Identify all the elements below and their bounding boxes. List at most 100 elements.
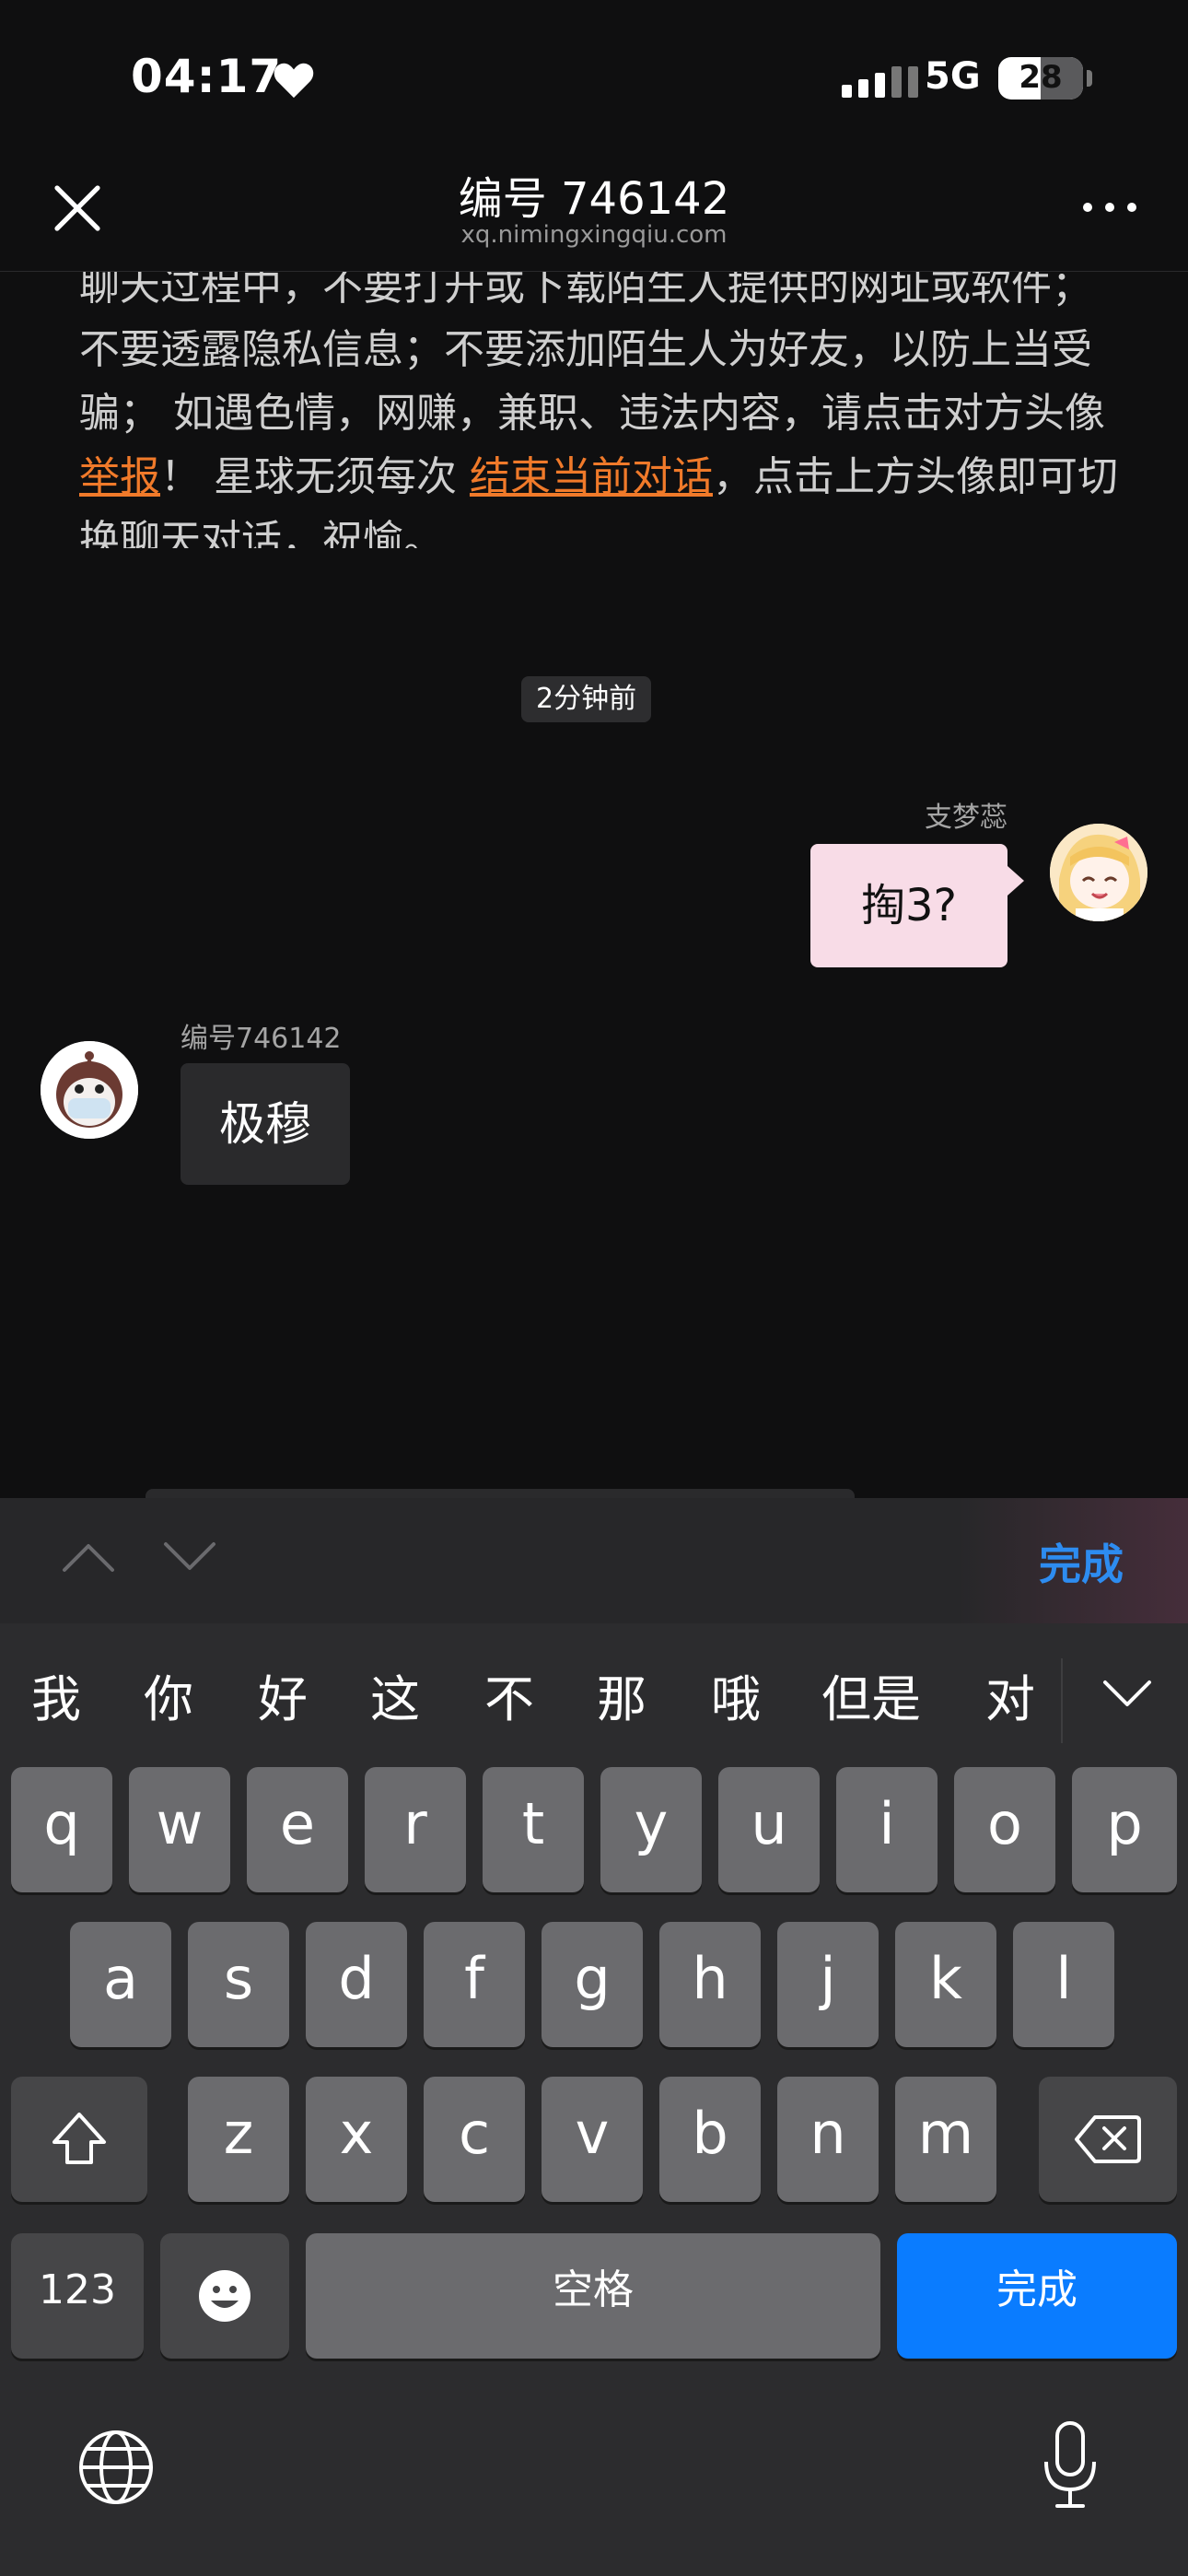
key-s[interactable]: s — [188, 1922, 289, 2047]
candidate-word[interactable]: 对 — [985, 1658, 1035, 1731]
avatar-self[interactable] — [1050, 824, 1147, 921]
backspace-key[interactable] — [1039, 2077, 1177, 2202]
shift-icon — [52, 2113, 106, 2164]
key-e[interactable]: e — [247, 1767, 348, 1892]
signal-icon — [842, 64, 918, 98]
backspace-icon — [1075, 2115, 1141, 2163]
candidate-word[interactable]: 那 — [597, 1658, 646, 1731]
avatar-other[interactable] — [41, 1041, 138, 1139]
key-label: a — [103, 1945, 138, 2012]
key-o[interactable]: o — [954, 1767, 1055, 1892]
key-label: y — [634, 1790, 669, 1857]
report-link[interactable]: 举报 — [79, 453, 160, 500]
candidate-word[interactable]: 哦 — [711, 1658, 761, 1731]
key-label: i — [879, 1790, 895, 1857]
key-label: c — [458, 2100, 491, 2167]
network-type: 5G — [925, 55, 981, 98]
candidate-word[interactable]: 但是 — [821, 1658, 921, 1731]
key-v[interactable]: v — [542, 2077, 643, 2202]
chevron-up-icon[interactable] — [61, 1540, 116, 1574]
key-i[interactable]: i — [836, 1767, 938, 1892]
chevron-down-icon[interactable] — [162, 1540, 217, 1574]
key-label: x — [339, 2100, 374, 2167]
candidate-word[interactable]: 不 — [484, 1658, 534, 1731]
key-label: b — [692, 2100, 728, 2167]
key-label: n — [809, 2100, 846, 2167]
key-label: r — [403, 1790, 427, 1857]
key-k[interactable]: k — [895, 1922, 996, 2047]
penguin-avatar-icon — [41, 1041, 138, 1139]
sender-name: 支梦蕊 — [925, 802, 1007, 834]
space-key[interactable]: 空格 — [306, 2233, 880, 2359]
key-label: z — [223, 2100, 254, 2167]
candidate-divider — [1061, 1658, 1063, 1743]
key-label: q — [43, 1790, 80, 1857]
battery-level: 28 — [1019, 59, 1063, 96]
globe-icon[interactable] — [77, 2429, 155, 2506]
microphone-icon[interactable] — [1041, 2419, 1100, 2512]
emoji-icon — [199, 2270, 250, 2322]
key-p[interactable]: p — [1072, 1767, 1177, 1892]
page-title: 编号 746142 — [458, 173, 730, 225]
key-j[interactable]: j — [777, 1922, 879, 2047]
key-c[interactable]: c — [424, 2077, 525, 2202]
emoji-key[interactable] — [160, 2233, 289, 2359]
key-m[interactable]: m — [895, 2077, 996, 2202]
key-label: f — [464, 1945, 484, 2012]
battery-indicator: 28 — [998, 57, 1083, 100]
key-label: l — [1055, 1945, 1072, 2012]
key-d[interactable]: d — [306, 1922, 407, 2047]
anime-avatar-icon — [1050, 824, 1147, 921]
key-x[interactable]: x — [306, 2077, 407, 2202]
key-h[interactable]: h — [659, 1922, 761, 2047]
key-label: t — [521, 1790, 545, 1857]
key-label: p — [1106, 1790, 1143, 1857]
key-label: h — [692, 1945, 728, 2012]
candidate-word[interactable]: 好 — [258, 1658, 308, 1731]
message-bubble-received[interactable]: 极穆 — [181, 1063, 350, 1185]
end-conversation-link[interactable]: 结束当前对话 — [470, 453, 713, 500]
key-f[interactable]: f — [424, 1922, 525, 2047]
candidate-word[interactable]: 你 — [144, 1658, 193, 1731]
key-label: g — [574, 1945, 611, 2012]
done-accessory-button[interactable]: 完成 — [1039, 1531, 1124, 1592]
key-z[interactable]: z — [188, 2077, 289, 2202]
key-q[interactable]: q — [11, 1767, 112, 1892]
done-key[interactable]: 完成 — [897, 2233, 1177, 2359]
key-label: j — [820, 1945, 836, 2012]
bubble-tail — [1007, 866, 1024, 896]
shift-key[interactable] — [11, 2077, 147, 2202]
key-l[interactable]: l — [1013, 1922, 1114, 2047]
notice-text-1: 聊天过程中，不要打开或下载陌生人提供的网址或软件；不要透露隐私信息；不要添加陌生… — [79, 272, 1105, 437]
status-time: 04:17 — [131, 50, 283, 103]
message-bubble-sent[interactable]: 掏3? — [810, 844, 1007, 967]
key-label: u — [751, 1790, 787, 1857]
page-subtitle: xq.nimingxingqiu.com — [460, 221, 728, 249]
key-u[interactable]: u — [718, 1767, 820, 1892]
sender-name: 编号746142 — [181, 1023, 342, 1055]
candidate-word[interactable]: 我 — [31, 1658, 81, 1731]
key-label: e — [279, 1790, 316, 1857]
key-g[interactable]: g — [542, 1922, 643, 2047]
collapse-candidates-icon[interactable] — [1101, 1679, 1153, 1710]
key-r[interactable]: r — [365, 1767, 466, 1892]
message-time-label: 2分钟前 — [521, 676, 652, 722]
safety-notice: 聊天过程中，不要打开或下载陌生人提供的网址或软件；不要透露隐私信息；不要添加陌生… — [79, 272, 1120, 548]
key-b[interactable]: b — [659, 2077, 761, 2202]
key-label: v — [575, 2100, 610, 2167]
candidate-word[interactable]: 这 — [370, 1658, 420, 1731]
key-label: s — [223, 1945, 254, 2012]
notice-container: 聊天过程中，不要打开或下载陌生人提供的网址或软件；不要透露隐私信息；不要添加陌生… — [0, 272, 1188, 548]
key-t[interactable]: t — [483, 1767, 584, 1892]
heart-icon — [274, 63, 314, 99]
notice-text-2: ！ 星球无须每次 — [160, 453, 470, 500]
key-y[interactable]: y — [600, 1767, 702, 1892]
battery-tip — [1087, 70, 1092, 87]
more-options-icon[interactable] — [1083, 197, 1138, 216]
key-a[interactable]: a — [70, 1922, 171, 2047]
key-label: o — [987, 1790, 1022, 1857]
key-label: 123 — [39, 2266, 116, 2313]
key-n[interactable]: n — [777, 2077, 879, 2202]
key-w[interactable]: w — [129, 1767, 230, 1892]
numbers-key[interactable]: 123 — [11, 2233, 144, 2359]
